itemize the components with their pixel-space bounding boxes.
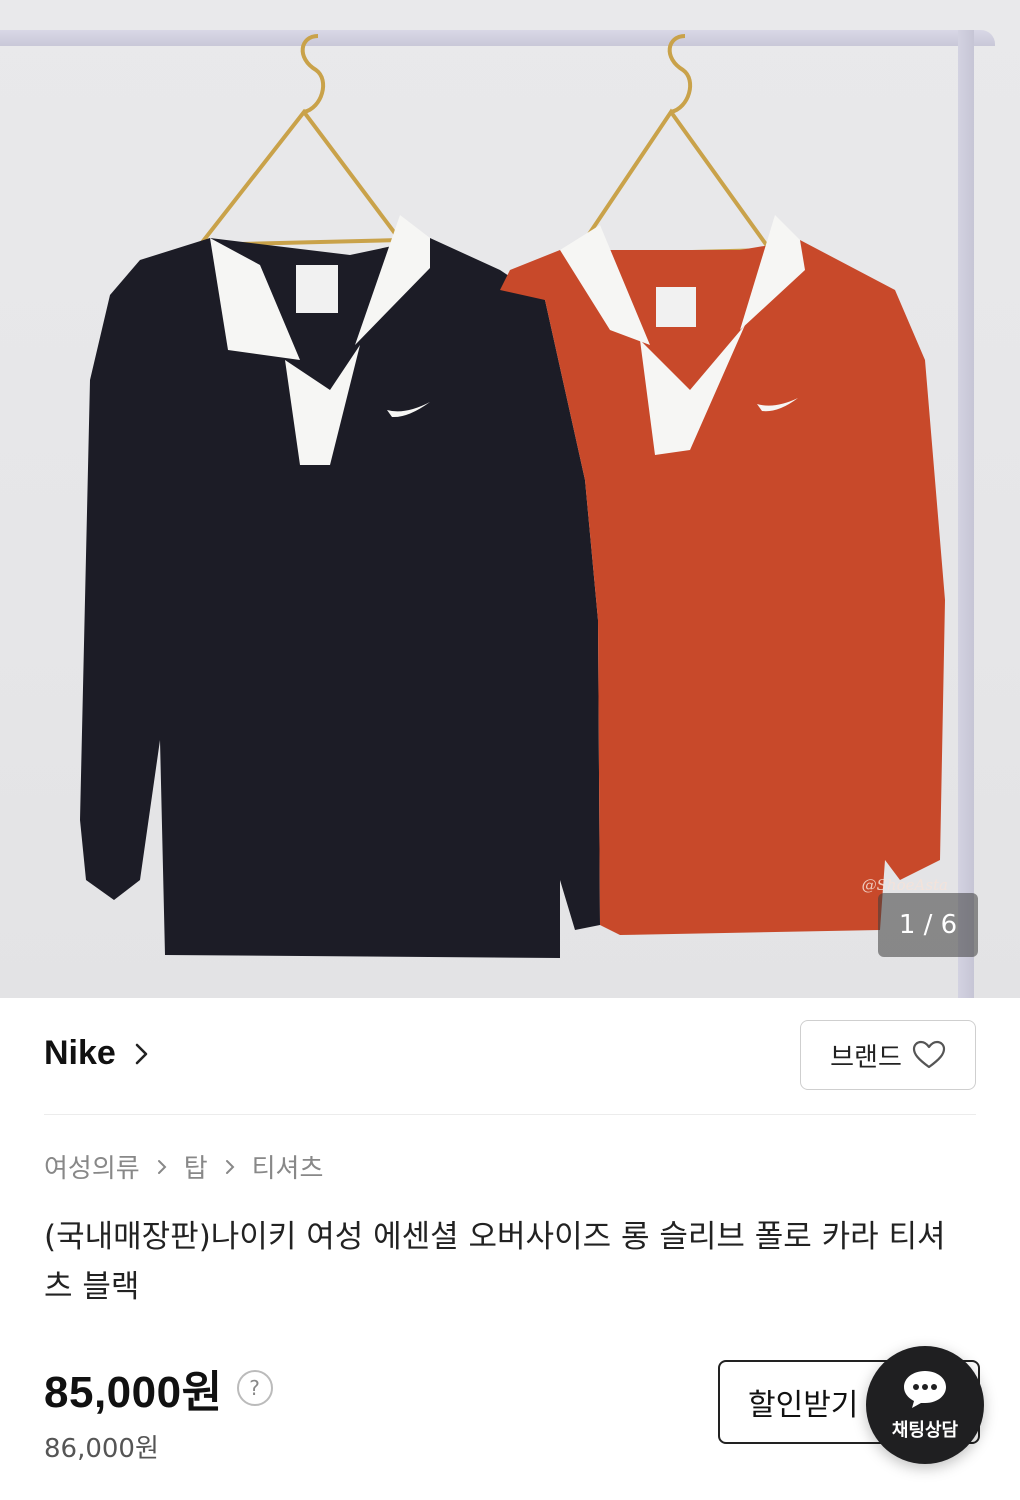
hanger-left [195, 34, 404, 248]
brand-row: Nike 브랜드 [44, 1020, 976, 1094]
heart-icon [912, 1040, 945, 1069]
chevron-right-icon [157, 1159, 167, 1174]
price-row: 85,000원 ? [44, 1356, 273, 1420]
hanger-right [571, 34, 774, 258]
breadcrumb: 여성의류 탑 티셔츠 [44, 1148, 323, 1185]
product-image-gallery[interactable]: @ShoeAsta 1 / 6 [0, 0, 1020, 998]
chat-button-label: 채팅상담 [891, 1420, 959, 1441]
chevron-right-icon [225, 1159, 235, 1174]
price-help-icon[interactable]: ? [236, 1370, 273, 1406]
breadcrumb-item-womens-clothing[interactable]: 여성의류 [44, 1148, 140, 1185]
breadcrumb-item-tshirts[interactable]: 티셔츠 [252, 1148, 324, 1185]
chat-consult-button[interactable]: 채팅상담 [866, 1346, 984, 1464]
sale-price: 85,000원 [44, 1368, 223, 1417]
brand-link[interactable]: Nike [44, 1034, 150, 1073]
brand-follow-button[interactable]: 브랜드 [800, 1020, 976, 1090]
brand-name: Nike [44, 1034, 116, 1072]
black-shirt [80, 238, 600, 958]
original-price: 86,000원 [44, 1434, 159, 1464]
chevron-right-icon [135, 1043, 148, 1064]
photo-watermark: @ShoeAsta [861, 876, 948, 894]
section-divider [44, 1114, 976, 1115]
image-counter: 1 / 6 [878, 893, 978, 957]
chat-bubble-icon [904, 1371, 946, 1408]
product-photo [80, 34, 945, 958]
product-title: (국내매장판)나이키 여성 에센셜 오버사이즈 롱 슬리브 폴로 카라 티셔츠 … [44, 1219, 946, 1305]
discount-button-label: 할인받기 [748, 1388, 859, 1423]
brand-button-label: 브랜드 [830, 1042, 902, 1073]
breadcrumb-item-top[interactable]: 탑 [184, 1148, 208, 1185]
